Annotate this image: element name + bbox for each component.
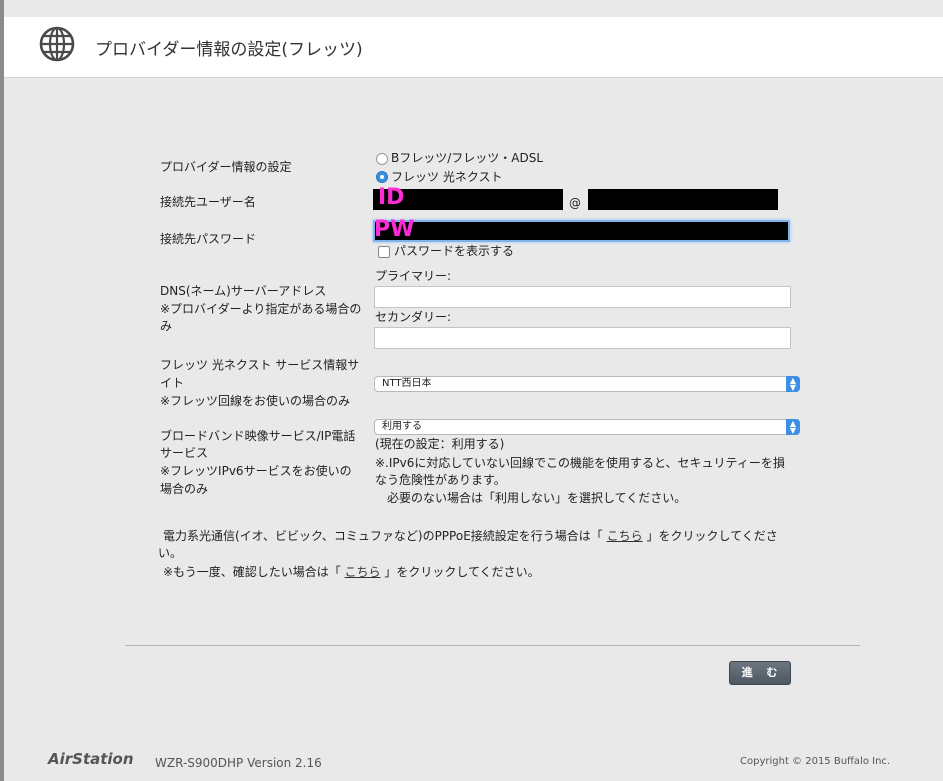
dns-note-cont: み	[160, 319, 173, 333]
flets-site-label: フレッツ 光ネクスト サービス情報サ	[160, 358, 360, 372]
broadband-select-value: 利用する	[382, 421, 422, 432]
notice-text: 電力系光通信(イオ、ビビック、コミュファなど)のPPPoE接続設定を行う場合は「	[163, 529, 603, 543]
dns-primary-label: プライマリー:	[375, 269, 452, 283]
next-button[interactable]: 進 む	[729, 661, 791, 685]
password-label: 接続先パスワード	[160, 232, 257, 246]
radio-hikari-next[interactable]	[376, 171, 388, 183]
dns-primary-input[interactable]	[374, 286, 791, 308]
broadband-warning: ※.IPv6に対応していない回線でこの機能を使用すると、セキュリティーを損	[375, 456, 785, 470]
notice-text: ※もう一度、確認したい場合は「	[163, 565, 341, 579]
show-password-label[interactable]: パスワードを表示する	[394, 242, 514, 260]
dns-secondary-label: セカンダリー:	[375, 310, 452, 324]
broadband-advice: 必要のない場合は「利用しない」を選択してください。	[387, 491, 687, 505]
notice-line1-cont: い。	[158, 546, 183, 560]
notice-link-2[interactable]: こちら	[345, 565, 381, 579]
page-header: プロバイダー情報の設定(フレッツ)	[4, 17, 943, 78]
flets-site-select-value: NTT西日本	[382, 378, 432, 389]
globe-icon	[39, 26, 75, 62]
dns-label: DNS(ネーム)サーバーアドレス	[160, 284, 327, 298]
radio-hikari-next-label[interactable]: フレッツ 光ネクスト	[391, 168, 502, 186]
dns-note: ※プロバイダーより指定がある場合の	[160, 302, 362, 316]
select-arrows-icon: ▲ ▼	[786, 376, 800, 392]
flets-site-label-cont: イト	[160, 376, 185, 390]
at-sign: @	[569, 196, 581, 210]
page-left-border	[0, 0, 4, 781]
notice-text-after: 」をクリックしてくださ	[646, 529, 778, 543]
password-overlay-text: PW	[374, 217, 415, 242]
select-arrows-icon: ▲ ▼	[786, 419, 800, 435]
username-label: 接続先ユーザー名	[160, 195, 256, 209]
broadband-warning-cont: なう危険性があります。	[375, 473, 506, 487]
page-title: プロバイダー情報の設定(フレッツ)	[95, 40, 363, 60]
flets-site-select[interactable]: NTT西日本 ▲ ▼	[374, 376, 800, 392]
radio-bflets[interactable]	[376, 153, 388, 165]
broadband-current-setting: (現在の設定：利用する)	[375, 437, 505, 451]
password-input[interactable]	[373, 220, 790, 242]
domain-input[interactable]	[588, 189, 778, 210]
dns-secondary-input[interactable]	[374, 327, 791, 349]
show-password-checkbox[interactable]	[378, 246, 390, 258]
notice-line2: ※もう一度、確認したい場合は「 こちら 」をクリックしてください。	[163, 563, 540, 581]
copyright: Copyright © 2015 Buffalo Inc.	[740, 756, 891, 767]
flets-site-note: ※フレッツ回線をお使いの場合のみ	[160, 394, 351, 408]
provider-label: プロバイダー情報の設定	[160, 160, 292, 174]
notice-link-1[interactable]: こちら	[607, 529, 643, 543]
username-overlay-text: ID	[378, 185, 405, 210]
divider	[125, 645, 860, 646]
broadband-note-cont: 場合のみ	[160, 482, 209, 496]
broadband-select[interactable]: 利用する ▲ ▼	[374, 419, 800, 435]
notice-line1: 電力系光通信(イオ、ビビック、コミュファなど)のPPPoE接続設定を行う場合は「…	[163, 527, 778, 545]
broadband-note: ※フレッツIPv6サービスをお使いの	[160, 464, 352, 478]
radio-bflets-label[interactable]: Bフレッツ/フレッツ・ADSL	[391, 149, 543, 167]
broadband-label-cont: サービス	[160, 446, 209, 460]
broadband-label: ブロードバンド映像サービス/IP電話	[160, 429, 356, 443]
airstation-logo: AirStation	[48, 750, 134, 768]
notice-text-after: 」をクリックしてください。	[384, 565, 540, 579]
model-version: WZR-S900DHP Version 2.16	[155, 756, 322, 770]
